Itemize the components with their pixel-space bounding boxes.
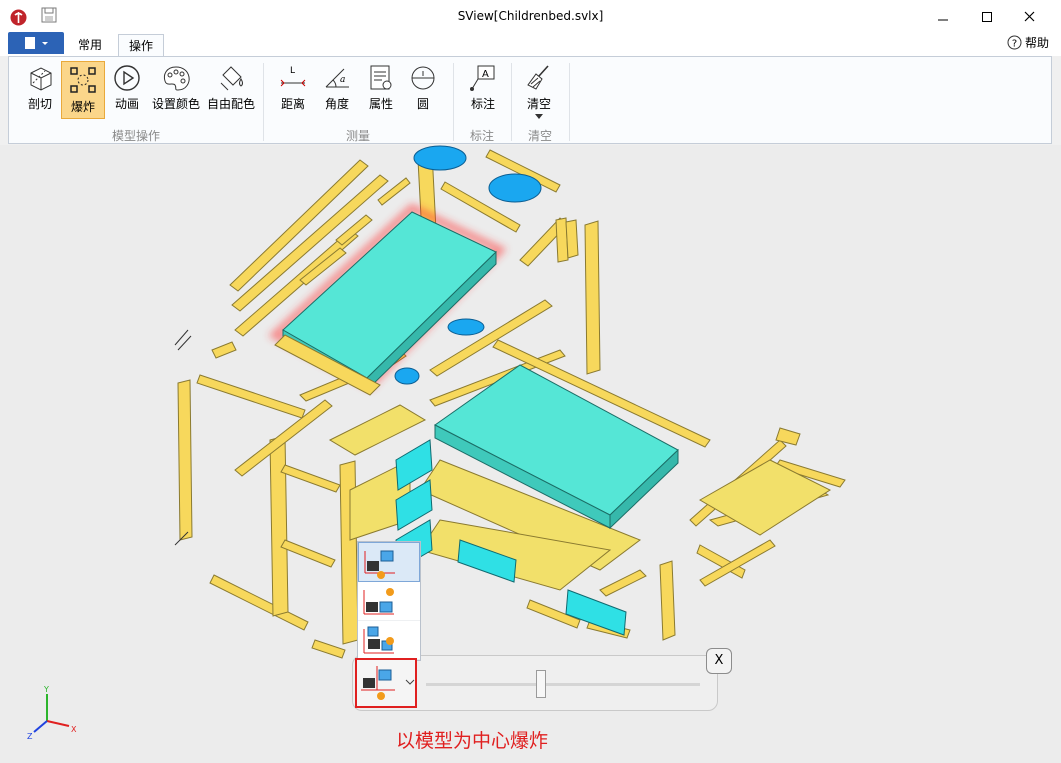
angle-icon: a — [325, 68, 349, 88]
ribbon-panel: 剖切 爆炸 动画 设置颜色 自由配色 模型操作 L 距离 a 角度 属性 圆 测… — [8, 56, 1052, 144]
paint-bucket-icon — [220, 66, 243, 91]
annotate-group-label: 标注 — [469, 129, 494, 143]
document-icon — [25, 37, 48, 49]
measure-group-label: 测量 — [345, 129, 370, 143]
explode-mode-dropdown — [357, 541, 421, 661]
svg-text:L: L — [290, 66, 295, 76]
tab-common[interactable]: 常用 — [70, 34, 110, 56]
svg-text:Z: Z — [27, 732, 33, 741]
file-menu-button[interactable] — [8, 32, 64, 54]
properties-icon — [370, 65, 392, 90]
explode-mode-icon — [363, 588, 394, 615]
distance-icon: L — [280, 66, 306, 87]
set-color-button[interactable]: 设置颜色 — [149, 61, 203, 119]
help-label: 帮助 — [1024, 36, 1049, 50]
explode-label: 爆炸 — [70, 100, 95, 114]
explode-mode-option-2[interactable] — [358, 582, 420, 621]
explode-mode-option-1[interactable] — [358, 542, 420, 582]
axis-triad-icon: Y X Z — [27, 686, 77, 741]
broom-icon — [527, 65, 549, 90]
explode-slider-thumb[interactable] — [536, 670, 547, 698]
clear-button[interactable]: 清空 — [519, 61, 559, 119]
set-color-label: 设置颜色 — [151, 97, 200, 111]
explode-mode-icon — [363, 626, 394, 654]
close-window-button[interactable] — [1015, 8, 1045, 28]
model-group-label: 模型操作 — [111, 129, 160, 143]
distance-button[interactable]: L 距离 — [273, 61, 313, 119]
svg-text:A: A — [482, 69, 489, 80]
properties-label: 属性 — [368, 97, 393, 111]
clear-label: 清空 — [526, 97, 551, 111]
minimize-button[interactable] — [928, 8, 958, 28]
palette-icon — [163, 66, 190, 91]
explode-mode-caption: 以模型为中心爆炸 — [396, 730, 549, 752]
window-title: SView[Childrenbed.svlx] — [457, 9, 604, 23]
explode-slider-track[interactable] — [426, 683, 700, 686]
animation-label: 动画 — [114, 97, 139, 111]
explode-icon — [70, 67, 96, 93]
annotate-label: 标注 — [470, 97, 495, 111]
annotate-button[interactable]: A 标注 — [463, 61, 503, 119]
clear-group-label: 清空 — [527, 129, 552, 143]
section-label: 剖切 — [27, 97, 52, 111]
free-color-label: 自由配色 — [206, 97, 255, 111]
tab-operations[interactable]: 操作 — [118, 34, 164, 57]
title-bar: SView[Childrenbed.svlx] — [0, 0, 1061, 32]
circle-icon — [411, 66, 435, 90]
maximize-button[interactable] — [972, 8, 1002, 28]
section-button[interactable]: 剖切 — [17, 61, 63, 119]
angle-label: 角度 — [324, 97, 349, 111]
dropdown-arrow-icon — [535, 114, 543, 119]
angle-button[interactable]: a 角度 — [317, 61, 357, 119]
explode-mode-icon — [364, 550, 395, 579]
explode-button[interactable]: 爆炸 — [61, 61, 105, 119]
properties-button[interactable]: 属性 — [361, 61, 401, 119]
play-icon — [114, 65, 140, 91]
svg-text:X: X — [71, 725, 77, 734]
explode-center-icon — [361, 666, 415, 700]
distance-label: 距离 — [280, 97, 305, 111]
section-cube-icon — [30, 67, 52, 91]
annotate-icon: A — [470, 65, 495, 91]
close-explode-button[interactable]: X — [706, 648, 732, 674]
svg-text:?: ? — [1012, 39, 1017, 50]
explode-mode-option-3[interactable] — [358, 621, 420, 660]
animation-button[interactable]: 动画 — [107, 61, 147, 119]
group-divider — [569, 63, 570, 141]
circle-label: 圆 — [416, 97, 429, 111]
free-color-button[interactable]: 自由配色 — [205, 61, 257, 119]
help-button[interactable]: ? 帮助 — [1007, 34, 1049, 51]
help-icon: ? — [1007, 35, 1022, 50]
svg-text:Y: Y — [43, 686, 49, 694]
svg-text:a: a — [340, 75, 345, 85]
circle-button[interactable]: 圆 — [405, 61, 441, 119]
explode-mode-combobox[interactable] — [355, 658, 417, 708]
